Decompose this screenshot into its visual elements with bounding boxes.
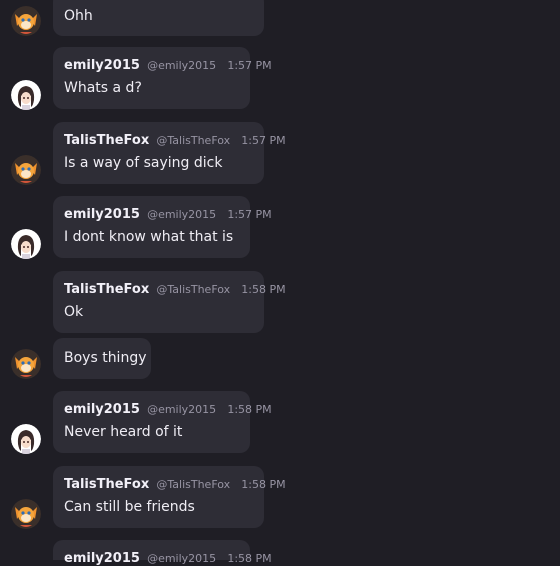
anime-girl-avatar[interactable] [11, 80, 41, 110]
author-handle[interactable]: @emily2015 [147, 403, 216, 416]
message-text: Ohh [64, 8, 93, 24]
message-bubble: emily2015 @emily2015 1:57 PM Whats a d? [53, 47, 272, 109]
author-handle[interactable]: @TalisTheFox [156, 478, 230, 491]
message-header: emily2015 @emily2015 1:57 PM [64, 58, 272, 73]
message-bubble: TalisTheFox @TalisTheFox 1:57 PM Is a wa… [53, 122, 286, 184]
message-header: TalisTheFox @TalisTheFox 1:58 PM [64, 282, 286, 297]
message-bubble: emily2015 @emily2015 1:58 PM [53, 540, 272, 566]
message-header: emily2015 @emily2015 1:58 PM [64, 551, 272, 566]
anime-girl-icon [11, 424, 41, 454]
message-bubble: Ohh [53, 0, 264, 36]
chat-feed: Ohh emily2015 @emily2015 1:57 PM Whats a… [0, 0, 560, 566]
anime-girl-avatar[interactable] [11, 424, 41, 454]
author-handle[interactable]: @emily2015 [147, 208, 216, 221]
message-text: Is a way of saying dick [64, 155, 223, 171]
message-timestamp: 1:57 PM [241, 134, 286, 147]
tails-fox-icon [11, 499, 41, 529]
message-timestamp: 1:58 PM [241, 478, 286, 491]
author-name[interactable]: TalisTheFox [64, 282, 149, 297]
message-text: Never heard of it [64, 424, 183, 440]
tails-fox-icon [11, 6, 41, 36]
message-header: TalisTheFox @TalisTheFox 1:57 PM [64, 133, 286, 148]
message-text: Can still be friends [64, 499, 195, 515]
author-handle[interactable]: @emily2015 [147, 59, 216, 72]
tails-fox-avatar[interactable] [11, 499, 41, 529]
message-timestamp: 1:58 PM [241, 283, 286, 296]
tails-fox-icon [11, 349, 41, 379]
tails-fox-avatar[interactable] [11, 155, 41, 185]
author-name[interactable]: TalisTheFox [64, 477, 149, 492]
author-handle[interactable]: @TalisTheFox [156, 283, 230, 296]
anime-girl-icon [11, 80, 41, 110]
message-header: emily2015 @emily2015 1:58 PM [64, 402, 272, 417]
anime-girl-icon [11, 229, 41, 259]
message-bubble: emily2015 @emily2015 1:57 PM I dont know… [53, 196, 272, 258]
author-name[interactable]: emily2015 [64, 58, 140, 73]
message-bubble: emily2015 @emily2015 1:58 PM Never heard… [53, 391, 272, 453]
author-name[interactable]: emily2015 [64, 207, 140, 222]
message-timestamp: 1:58 PM [227, 403, 272, 416]
tails-fox-icon [11, 155, 41, 185]
author-name[interactable]: TalisTheFox [64, 133, 149, 148]
message-header: emily2015 @emily2015 1:57 PM [64, 207, 272, 222]
message-text: Ok [64, 304, 84, 320]
message-bubble: TalisTheFox @TalisTheFox 1:58 PM Can sti… [53, 466, 286, 528]
message-header: TalisTheFox @TalisTheFox 1:58 PM [64, 477, 286, 492]
message-text: I dont know what that is [64, 229, 234, 245]
anime-girl-avatar[interactable] [11, 229, 41, 259]
message-timestamp: 1:57 PM [227, 208, 272, 221]
tails-fox-avatar[interactable] [11, 6, 41, 36]
message-text: Boys thingy [64, 350, 147, 366]
author-handle[interactable]: @TalisTheFox [156, 134, 230, 147]
author-handle[interactable]: @emily2015 [147, 552, 216, 565]
author-name[interactable]: emily2015 [64, 551, 140, 566]
message-bubble: Boys thingy [53, 338, 151, 379]
message-text: Whats a d? [64, 80, 142, 96]
message-bubble: TalisTheFox @TalisTheFox 1:58 PM Ok [53, 271, 286, 333]
message-timestamp: 1:58 PM [227, 552, 272, 565]
tails-fox-avatar[interactable] [11, 349, 41, 379]
message-timestamp: 1:57 PM [227, 59, 272, 72]
author-name[interactable]: emily2015 [64, 402, 140, 417]
